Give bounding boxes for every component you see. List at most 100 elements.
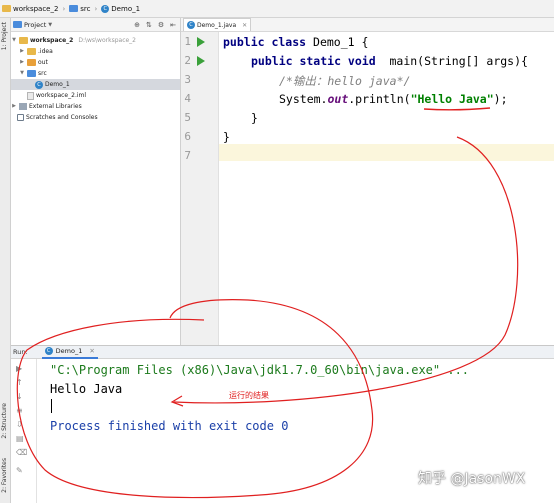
project-panel: Project ▼ ⊕ ⇅ ⚙ ⇤ ▼ workspace_2 D:\ws\wo… xyxy=(11,18,181,345)
run-panel-header: Run: C Demo_1 ✕ xyxy=(11,346,554,359)
tree-item-scratches[interactable]: Scratches and Consoles xyxy=(11,112,180,123)
watermark: 知乎 @JasonWX xyxy=(418,471,526,487)
line-number: 2 xyxy=(184,54,191,67)
code-text: ); xyxy=(493,92,508,106)
file-icon xyxy=(27,91,34,100)
tree-item-path: D:\ws\workspace_2 xyxy=(78,37,136,44)
chevron-down-icon[interactable]: ▼ xyxy=(48,22,52,28)
annotation-note: 运行的结果 xyxy=(229,391,269,400)
folder-icon xyxy=(69,5,79,12)
folder-icon xyxy=(27,48,36,55)
hide-icon[interactable]: ⇤ xyxy=(170,21,176,29)
tree-item-demo[interactable]: C Demo_1 xyxy=(11,79,180,90)
code-editor[interactable]: C Demo_1.java ✕ 1 2 3 4 5 6 7 public cla… xyxy=(181,18,554,345)
code-text: Demo_1 { xyxy=(306,35,369,49)
run-gutter-icon[interactable] xyxy=(197,56,205,66)
pin-icon[interactable]: ✎ xyxy=(16,467,26,475)
code-string: "Hello Java" xyxy=(410,92,494,106)
tree-item-label: workspace_2 xyxy=(30,37,74,44)
code-text: } xyxy=(251,111,258,125)
target-icon[interactable]: ⊕ xyxy=(134,21,140,29)
tree-item-label: External Libraries xyxy=(29,103,82,110)
folder-icon xyxy=(2,5,11,12)
tree-item-label: workspace_2.iml xyxy=(36,92,87,99)
project-panel-title[interactable]: Project xyxy=(24,21,46,29)
scratch-icon xyxy=(17,114,24,121)
structure-tool-tab[interactable]: 2: Structure xyxy=(1,403,8,439)
console-output-line: Hello Java xyxy=(50,382,123,396)
tree-item-label: Scratches and Consoles xyxy=(26,114,98,121)
code-text: main(String[] args){ xyxy=(375,54,528,68)
tree-item-idea[interactable]: ▶ .idea xyxy=(11,46,180,57)
scroll-end-icon[interactable]: ⇩ xyxy=(16,421,26,429)
breadcrumb-item-demo[interactable]: C Demo_1 xyxy=(101,4,141,13)
tree-item-iml[interactable]: workspace_2.iml xyxy=(11,90,180,101)
chevron-down-icon[interactable]: ▼ xyxy=(19,68,25,79)
breadcrumb-label: workspace_2 xyxy=(13,4,59,13)
tree-item-src[interactable]: ▼ src xyxy=(11,68,180,79)
delete-icon[interactable]: ⌫ xyxy=(16,449,27,457)
current-line-highlight xyxy=(219,144,554,161)
class-icon: C xyxy=(101,4,110,13)
project-tree: ▼ workspace_2 D:\ws\workspace_2 ▶ .idea … xyxy=(11,32,180,123)
line-number: 5 xyxy=(184,111,191,124)
favorites-tool-tab[interactable]: 2: Favorites xyxy=(1,458,8,493)
editor-tab-demo[interactable]: C Demo_1.java ✕ xyxy=(183,18,252,31)
collapse-icon[interactable]: ⇅ xyxy=(146,21,152,29)
code-keyword: public class xyxy=(223,35,307,49)
gear-icon[interactable]: ⚙ xyxy=(158,21,164,29)
run-tab-demo[interactable]: C Demo_1 ✕ xyxy=(41,346,98,359)
console-exit-line: Process finished with exit code 0 xyxy=(50,419,289,433)
tree-item-external-libraries[interactable]: ▶ External Libraries xyxy=(11,101,180,112)
breadcrumb-item-workspace[interactable]: workspace_2 xyxy=(2,5,58,13)
code-line: /*输出：hello java*/ xyxy=(279,73,410,89)
breadcrumb-item-src[interactable]: src xyxy=(69,5,90,13)
library-icon xyxy=(19,103,27,110)
arrow-up-icon[interactable]: ↑ xyxy=(16,379,26,387)
line-number: 1 xyxy=(184,35,191,48)
tree-item-label: src xyxy=(38,70,47,77)
breadcrumb-label: Demo_1 xyxy=(111,4,141,13)
line-number: 7 xyxy=(184,149,191,162)
chevron-right-icon[interactable]: ▶ xyxy=(19,57,25,68)
code-field: out xyxy=(327,92,349,106)
close-icon[interactable]: ✕ xyxy=(242,22,247,29)
code-comment: /*输出：hello java*/ xyxy=(279,74,411,88)
console-command-line: "C:\Program Files (x86)\Java\jdk1.7.0_60… xyxy=(50,363,470,377)
line-number: 4 xyxy=(184,92,191,105)
folder-icon xyxy=(27,59,36,66)
tree-item-label: Demo_1 xyxy=(45,81,70,88)
editor-tab-bar: C Demo_1.java ✕ xyxy=(181,18,554,32)
code-line: } xyxy=(223,130,230,144)
tree-item-workspace[interactable]: ▼ workspace_2 D:\ws\workspace_2 xyxy=(11,35,180,46)
project-view-icon xyxy=(13,21,22,28)
run-gutter-icon[interactable] xyxy=(197,37,205,47)
console-caret xyxy=(51,399,52,413)
code-line: } xyxy=(251,111,258,125)
code-text: .println( xyxy=(348,92,411,106)
code-line: System.out.println("Hello Java"); xyxy=(279,92,508,106)
line-number: 6 xyxy=(184,130,191,143)
tree-item-label: .idea xyxy=(38,48,53,55)
run-toolbar: ▶ ↑ ↓ ≡ ⇩ ▤ ⌫ ✎ xyxy=(11,359,37,503)
chevron-down-icon[interactable]: ▼ xyxy=(11,35,17,46)
class-icon: C xyxy=(35,80,43,89)
tree-item-label: out xyxy=(38,59,48,66)
breadcrumb-label: src xyxy=(80,4,91,13)
arrow-down-icon[interactable]: ↓ xyxy=(16,393,26,401)
editor-tab-label: Demo_1.java xyxy=(197,21,237,29)
project-tool-tab[interactable]: 1: Project xyxy=(1,22,8,50)
breadcrumb: workspace_2 › src › C Demo_1 xyxy=(0,0,554,18)
chevron-right-icon[interactable]: ▶ xyxy=(11,101,17,112)
run-tab-label: Demo_1 xyxy=(55,347,83,355)
line-number: 3 xyxy=(184,73,191,86)
close-icon[interactable]: ✕ xyxy=(89,347,94,355)
class-icon: C xyxy=(44,347,53,355)
tree-item-out[interactable]: ▶ out xyxy=(11,57,180,68)
editor-gutter: 1 2 3 4 5 6 7 xyxy=(181,32,219,345)
code-line: public static void main(String[] args){ xyxy=(251,54,528,68)
soft-wrap-icon[interactable]: ≡ xyxy=(16,407,26,415)
chevron-right-icon[interactable]: ▶ xyxy=(19,46,25,57)
rerun-icon[interactable]: ▶ xyxy=(16,365,26,373)
print-icon[interactable]: ▤ xyxy=(16,435,26,443)
